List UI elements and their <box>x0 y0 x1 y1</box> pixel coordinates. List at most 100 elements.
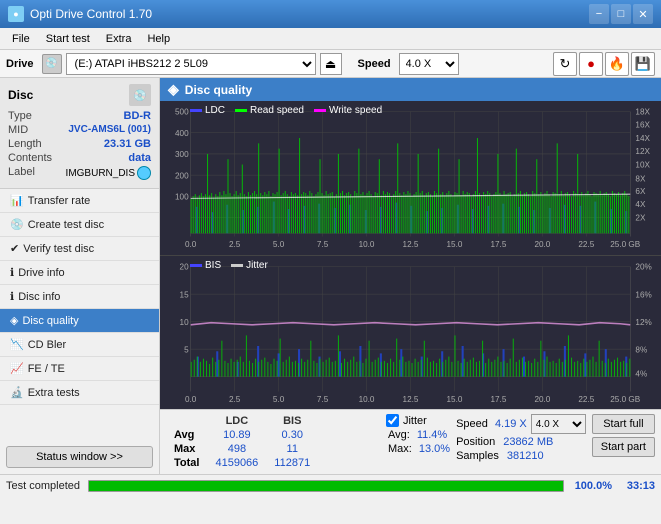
disc-length-value: 23.31 GB <box>104 138 151 150</box>
charts-container: LDC Read speed Write speed <box>160 101 661 409</box>
close-button[interactable]: ✕ <box>633 4 653 24</box>
sidebar-item-disc-quality[interactable]: ◈ Disc quality <box>0 309 159 333</box>
sidebar-item-disc-info[interactable]: ℹ Disc info <box>0 285 159 309</box>
row-avg-bis: 0.30 <box>266 428 318 442</box>
sidebar-item-extra-tests[interactable]: 🔬 Extra tests <box>0 381 159 405</box>
nav-icon: ℹ <box>10 290 14 303</box>
svg-text:200: 200 <box>175 170 189 180</box>
nav-icon: 💿 <box>10 218 24 231</box>
disc-section-title: Disc <box>8 88 33 102</box>
row-max-label: Max <box>166 442 207 456</box>
speed-section-value: 4.19 X <box>495 418 527 430</box>
speed-select[interactable]: 4.0 X <box>399 53 459 75</box>
chart1-legend: LDC Read speed Write speed <box>190 105 382 116</box>
disc-panel: Disc 💿 Type BD-R MID JVC-AMS6L (001) Len… <box>0 78 159 189</box>
menu-file[interactable]: File <box>4 31 38 47</box>
disc-button[interactable]: ● <box>579 52 603 76</box>
svg-text:6X: 6X <box>635 186 645 196</box>
disc-label-value: IMGBURN_DIS <box>66 166 151 180</box>
stats-row-total: Total 4159066 112871 <box>166 456 318 470</box>
sidebar-item-transfer-rate[interactable]: 📊 Transfer rate <box>0 189 159 213</box>
svg-text:2X: 2X <box>635 212 645 222</box>
speed-select2[interactable]: 4.0 X <box>531 414 586 434</box>
svg-text:7.5: 7.5 <box>317 393 329 403</box>
stats-table: LDC BIS Avg 10.89 0.30 Max 498 <box>166 414 380 470</box>
disc-refresh-icon[interactable] <box>137 166 151 180</box>
menu-start-test[interactable]: Start test <box>38 31 98 47</box>
save-button[interactable]: 💾 <box>631 52 655 76</box>
progress-bar-fill <box>89 481 563 491</box>
svg-text:5.0: 5.0 <box>273 239 285 249</box>
disc-mid-value: JVC-AMS6L (001) <box>68 124 151 136</box>
svg-text:5: 5 <box>184 344 189 354</box>
status-text: Test completed <box>6 480 80 492</box>
status-window-button[interactable]: Status window >> <box>6 446 153 468</box>
chart2-legend: BIS Jitter <box>190 260 268 271</box>
stats-panel: LDC BIS Avg 10.89 0.30 Max 498 <box>160 409 661 474</box>
disc-type-label: Type <box>8 110 32 122</box>
nav-icon: 🔬 <box>10 386 24 399</box>
svg-text:18X: 18X <box>635 107 650 117</box>
menu-extra[interactable]: Extra <box>98 31 140 47</box>
disc-icon[interactable]: 💿 <box>129 84 151 106</box>
svg-text:0.0: 0.0 <box>185 239 197 249</box>
refresh-button[interactable]: ↻ <box>553 52 577 76</box>
svg-text:8X: 8X <box>635 173 645 183</box>
svg-text:17.5: 17.5 <box>490 239 506 249</box>
svg-text:10: 10 <box>180 316 189 326</box>
jitter-avg-value: 11.4% <box>417 429 447 441</box>
maximize-button[interactable]: □ <box>611 4 631 24</box>
svg-text:500: 500 <box>175 107 189 117</box>
start-part-button[interactable]: Start part <box>592 437 655 457</box>
chart2-wrapper: BIS Jitter <box>160 256 661 410</box>
app-icon: ● <box>8 6 24 22</box>
start-full-button[interactable]: Start full <box>592 414 655 434</box>
speed-section-label: Speed <box>456 418 491 430</box>
sidebar-item-cd-bler[interactable]: 📉 CD Bler <box>0 333 159 357</box>
stats-row-max: Max 498 11 <box>166 442 318 456</box>
svg-text:20.0: 20.0 <box>534 239 550 249</box>
minimize-button[interactable]: − <box>589 4 609 24</box>
disc-length-label: Length <box>8 138 42 150</box>
disc-mid-label: MID <box>8 124 28 136</box>
legend-write: Write speed <box>329 105 382 116</box>
svg-text:20.0: 20.0 <box>534 393 550 403</box>
nav-icon: 📉 <box>10 338 24 351</box>
burn-button[interactable]: 🔥 <box>605 52 629 76</box>
jitter-checkbox[interactable] <box>386 414 399 427</box>
content-header-icon: ◈ <box>168 81 179 98</box>
drive-icon: 💿 <box>42 54 62 74</box>
svg-text:16%: 16% <box>635 289 652 299</box>
svg-text:300: 300 <box>175 149 189 159</box>
speed-section: Speed 4.19 X 4.0 X Position 23862 MB Sam… <box>456 414 586 462</box>
content-header-title: Disc quality <box>185 83 252 97</box>
position-label: Position <box>456 436 495 448</box>
svg-text:100: 100 <box>175 191 189 201</box>
chart1-wrapper: LDC Read speed Write speed <box>160 101 661 256</box>
stats-row-avg: Avg 10.89 0.30 <box>166 428 318 442</box>
legend-ldc: LDC <box>205 105 225 116</box>
jitter-avg-label: Avg: <box>388 429 413 441</box>
svg-text:25.0 GB: 25.0 GB <box>610 393 640 403</box>
chart2-svg: 20 15 10 5 20% 16% 12% 8% 4% 0.0 2.5 5.0… <box>160 256 661 410</box>
svg-text:12X: 12X <box>635 146 650 156</box>
drive-label: Drive <box>6 58 34 70</box>
nav-icon: 📈 <box>10 362 24 375</box>
app-title: Opti Drive Control 1.70 <box>30 7 152 21</box>
drive-select[interactable]: (E:) ATAPI iHBS212 2 5L09 <box>66 53 316 75</box>
svg-text:8%: 8% <box>635 344 647 354</box>
eject-button[interactable]: ⏏ <box>320 53 342 75</box>
svg-text:0.0: 0.0 <box>185 393 197 403</box>
svg-text:2.5: 2.5 <box>229 239 241 249</box>
jitter-max-value: 13.0% <box>419 443 450 455</box>
menu-help[interactable]: Help <box>139 31 178 47</box>
sidebar-item-create-test-disc[interactable]: 💿 Create test disc <box>0 213 159 237</box>
row-total-bis: 112871 <box>266 456 318 470</box>
nav-items: 📊 Transfer rate 💿 Create test disc ✔ Ver… <box>0 189 159 440</box>
sidebar-item-fe-te[interactable]: 📈 FE / TE <box>0 357 159 381</box>
disc-label-label: Label <box>8 166 35 180</box>
sidebar-item-verify-test-disc[interactable]: ✔ Verify test disc <box>0 237 159 261</box>
content-area: ◈ Disc quality LDC Read speed Write spee… <box>160 78 661 474</box>
jitter-max-label: Max: <box>388 443 415 455</box>
sidebar-item-drive-info[interactable]: ℹ Drive info <box>0 261 159 285</box>
